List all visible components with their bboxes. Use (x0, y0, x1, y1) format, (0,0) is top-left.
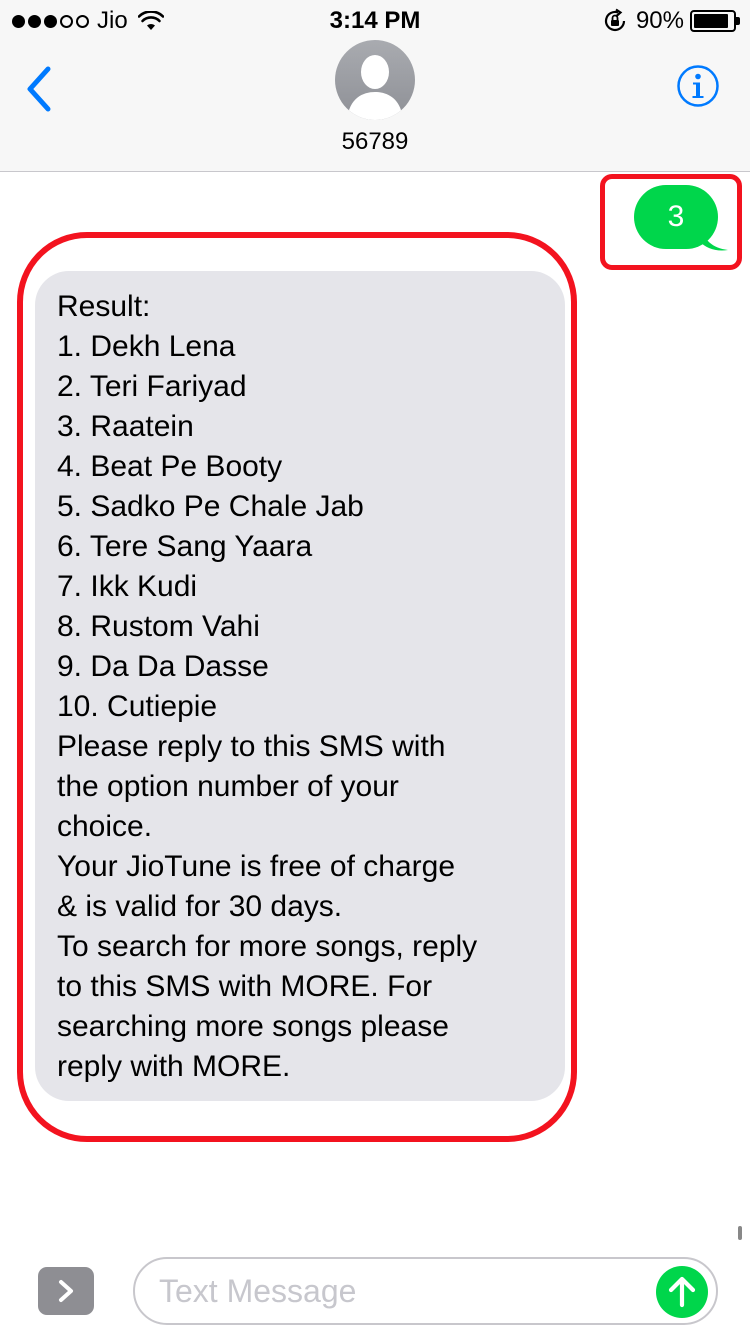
rotation-lock-icon (604, 8, 626, 32)
arrow-up-icon (668, 1276, 696, 1308)
chevron-right-icon (59, 1280, 73, 1302)
status-right: 90% (602, 7, 740, 35)
back-button[interactable] (20, 64, 60, 114)
contact-avatar[interactable] (335, 40, 415, 120)
person-icon (347, 55, 403, 120)
battery-icon (690, 10, 740, 32)
highlight-box-received (17, 232, 577, 1142)
highlight-box-sent (600, 174, 742, 270)
battery-level (694, 14, 729, 28)
status-bar: Jio 3:14 PM 90% (0, 0, 750, 40)
info-button[interactable] (676, 64, 720, 108)
apps-button[interactable] (38, 1267, 94, 1315)
message-input-field[interactable] (133, 1257, 718, 1325)
messages-screen: Jio 3:14 PM 90% 56789 3 Result: 1. Dekh … (0, 0, 750, 1334)
battery-percentage: 90% (635, 7, 684, 34)
chevron-left-icon (27, 66, 51, 112)
message-input[interactable] (159, 1271, 639, 1311)
contact-name[interactable]: 56789 (0, 128, 750, 156)
conversation-header: 56789 (0, 40, 750, 172)
scroll-indicator[interactable] (738, 1226, 742, 1240)
send-button[interactable] (656, 1266, 708, 1318)
